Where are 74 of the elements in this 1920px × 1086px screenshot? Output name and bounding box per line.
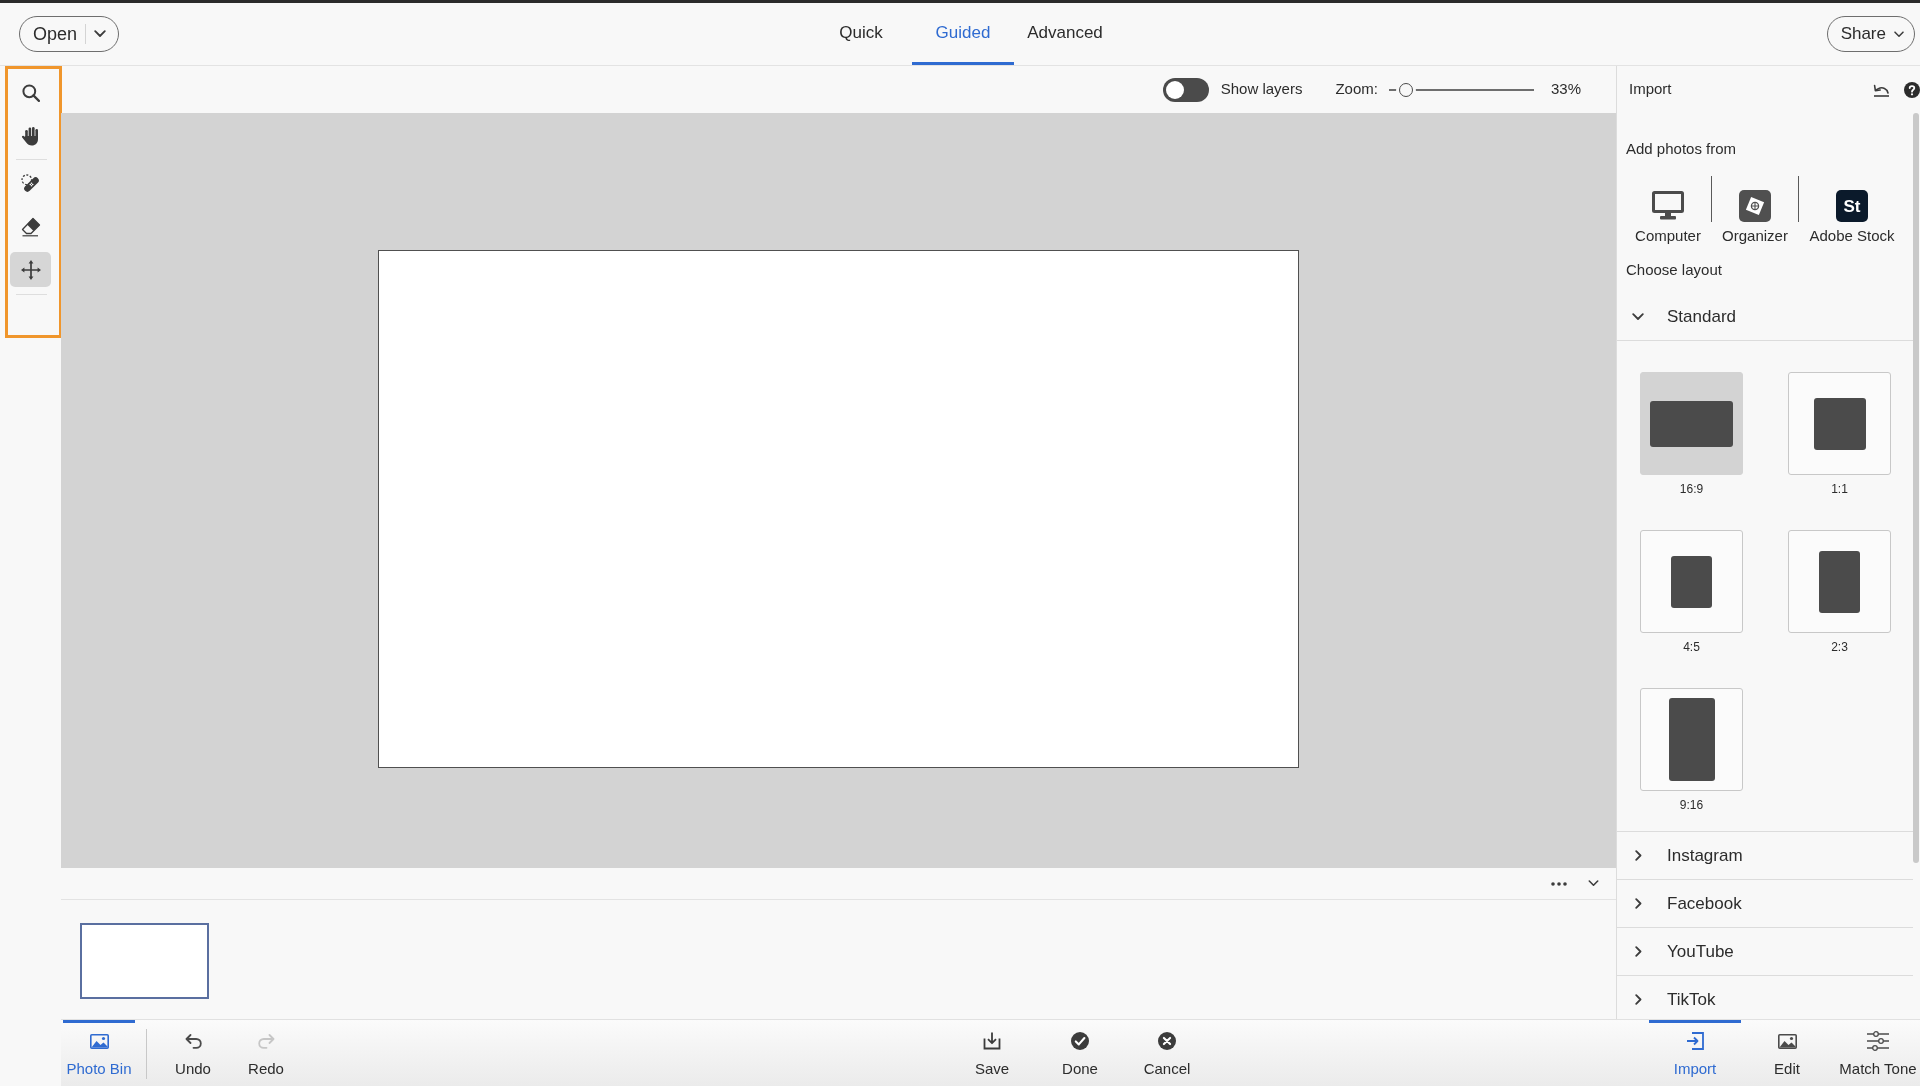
layout-category-header[interactable]: Facebook — [1617, 880, 1913, 928]
panel-title: Import — [1629, 79, 1672, 100]
scrollbar-thumb[interactable] — [1913, 113, 1919, 863]
chevron-right-icon — [1634, 898, 1642, 909]
rectangle-icon — [1668, 698, 1715, 781]
chevron-right-icon — [1634, 946, 1642, 957]
import-icon — [1686, 1032, 1704, 1050]
layout-category-header[interactable]: YouTube — [1617, 928, 1913, 976]
help-icon — [1904, 81, 1920, 98]
layout-label: 4:5 — [1683, 639, 1700, 656]
layout-option[interactable] — [1788, 372, 1891, 475]
layout-label: 1:1 — [1831, 481, 1848, 498]
zoom-label: Zoom: — [1335, 79, 1378, 100]
monitor-icon — [1652, 191, 1684, 221]
import-source-button[interactable]: Organizer — [1717, 176, 1793, 246]
photo-bin-tab[interactable]: Photo Bin — [63, 1020, 135, 1086]
open-button[interactable]: Open — [20, 17, 86, 51]
save-icon — [983, 1032, 1001, 1050]
match-tone-tab[interactable]: Match Tone — [1836, 1020, 1920, 1086]
layout-option[interactable] — [1640, 530, 1743, 633]
move-icon — [20, 259, 41, 280]
import-source-button[interactable]: St Adobe Stock — [1804, 176, 1900, 246]
show-layers-toggle[interactable] — [1162, 77, 1209, 102]
chevron-down-icon — [1587, 880, 1599, 887]
logo-icon: St — [1836, 190, 1868, 222]
image-icon — [1777, 1033, 1797, 1049]
layout-label: 16:9 — [1679, 481, 1704, 498]
sliders-icon — [1867, 1031, 1889, 1051]
reset-button[interactable] — [1873, 82, 1890, 97]
redo-icon — [257, 1033, 275, 1049]
choose-layout-heading: Choose layout — [1626, 260, 1723, 280]
mode-tab[interactable]: Guided — [912, 3, 1014, 65]
organizer-icon — [1739, 190, 1771, 222]
zoom-slider-thumb[interactable] — [1399, 82, 1414, 97]
reset-icon — [1873, 82, 1890, 97]
move-tool-button[interactable] — [10, 252, 51, 287]
zoom-percentage: 33% — [1550, 79, 1581, 100]
checkmark-circle-icon — [1071, 1032, 1089, 1050]
ellipsis-icon — [1551, 881, 1567, 886]
save-button[interactable]: Save — [957, 1020, 1027, 1086]
mode-tab[interactable]: Advanced — [1014, 3, 1116, 65]
rectangle-icon — [1813, 397, 1866, 450]
chevron-down-icon — [94, 30, 107, 38]
edit-tab[interactable]: Edit — [1752, 1020, 1822, 1086]
rectangle-icon — [1671, 555, 1712, 608]
layout-label: 2:3 — [1831, 639, 1848, 656]
layout-option[interactable] — [1640, 688, 1743, 791]
layout-category-header[interactable]: Instagram — [1617, 832, 1913, 880]
undo-button[interactable]: Undo — [165, 1020, 221, 1086]
help-button[interactable] — [1904, 81, 1920, 98]
import-source-button[interactable]: Computer — [1630, 176, 1706, 246]
hand-icon — [20, 125, 41, 146]
mode-tab[interactable]: Quick — [810, 3, 912, 65]
chevron-down-icon — [1632, 312, 1644, 321]
chevron-right-icon — [1634, 994, 1642, 1005]
chevron-right-icon — [1634, 850, 1642, 861]
photo-thumbnail[interactable] — [80, 923, 209, 999]
rectangle-icon — [1650, 400, 1733, 447]
image-icon — [89, 1033, 109, 1049]
done-button[interactable]: Done — [1045, 1020, 1115, 1086]
eraser-icon — [20, 216, 41, 237]
zoom-slider[interactable] — [1388, 82, 1534, 97]
show-layers-label: Show layers — [1220, 79, 1303, 100]
layout-option[interactable] — [1640, 372, 1743, 475]
import-tab[interactable]: Import — [1649, 1020, 1741, 1086]
layout-option[interactable] — [1788, 530, 1891, 633]
add-photos-heading: Add photos from — [1626, 139, 1738, 159]
rectangle-icon — [1819, 550, 1860, 613]
chevron-down-icon — [1894, 30, 1904, 38]
undo-icon — [184, 1033, 202, 1049]
layout-label: 9:16 — [1679, 797, 1704, 814]
cancel-button[interactable]: Cancel — [1132, 1020, 1202, 1086]
close-circle-icon — [1158, 1032, 1176, 1050]
search-icon — [21, 83, 40, 102]
